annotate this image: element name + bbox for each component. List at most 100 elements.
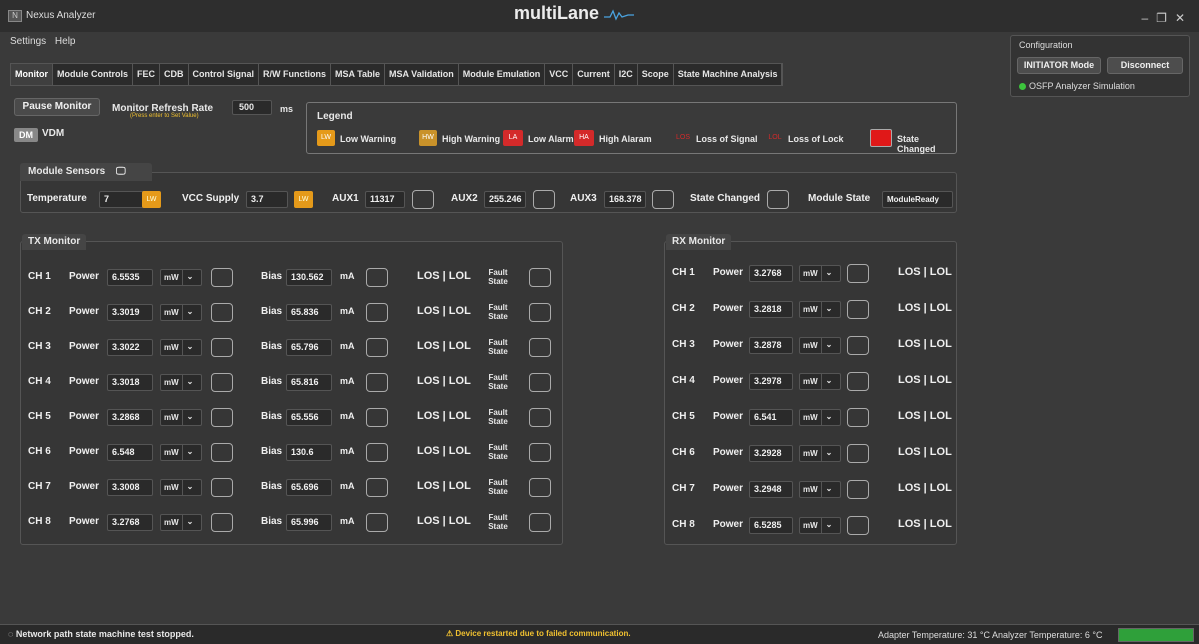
rx-power-label: Power	[713, 339, 744, 350]
legend-badge: LW	[317, 130, 335, 146]
chevron-down-icon[interactable]: ⌄	[820, 302, 837, 317]
aux2-indicator	[533, 190, 555, 209]
tx-fault-state-label: Fault State	[483, 303, 513, 321]
tab-fec[interactable]: FEC	[133, 64, 160, 85]
status-left-text: Network path state machine test stopped.	[15, 629, 194, 639]
maximize-icon[interactable]: ❐	[1156, 11, 1175, 25]
tab-state-machine-analysis[interactable]: State Machine Analysis	[674, 64, 783, 85]
brand-logo: multiLane	[514, 3, 635, 24]
tx-bias-value: 65.556	[286, 409, 332, 426]
tx-unit-select[interactable]: mW ⌄	[160, 374, 202, 391]
pause-monitor-button[interactable]: Pause Monitor	[14, 98, 100, 116]
tab-monitor[interactable]: Monitor	[11, 64, 53, 85]
tx-power-value: 3.2868	[107, 409, 153, 426]
close-icon[interactable]: ✕	[1175, 11, 1193, 25]
module-sensors-panel: Temperature 7 LW VCC Supply 3.7 LW AUX1 …	[20, 172, 957, 213]
chevron-down-icon[interactable]: ⌄	[181, 305, 198, 320]
temperature-label: Temperature	[27, 193, 87, 204]
tx-unit-select[interactable]: mW ⌄	[160, 409, 202, 426]
unit-value: mW	[803, 305, 818, 314]
rx-power-label: Power	[713, 447, 744, 458]
rx-unit-select[interactable]: mW ⌄	[799, 265, 841, 282]
tab-current[interactable]: Current	[573, 64, 615, 85]
rx-unit-select[interactable]: mW ⌄	[799, 409, 841, 426]
chevron-down-icon[interactable]: ⌄	[820, 518, 837, 533]
tab-module-emulation[interactable]: Module Emulation	[459, 64, 546, 85]
tab-r-w-functions[interactable]: R/W Functions	[259, 64, 331, 85]
tx-unit-select[interactable]: mW ⌄	[160, 444, 202, 461]
status-middle-text: Device restarted due to failed communica…	[455, 629, 631, 638]
tx-channel-label: CH 8	[28, 516, 51, 527]
tx-bias-indicator	[366, 478, 388, 497]
rx-los-lol: LOS | LOL	[898, 482, 952, 494]
chevron-down-icon[interactable]: ⌄	[181, 445, 198, 460]
dm-button[interactable]: DM	[14, 128, 38, 142]
tx-unit-select[interactable]: mW ⌄	[160, 304, 202, 321]
tx-channel-label: CH 1	[28, 271, 51, 282]
refresh-rate-input[interactable]: 500	[232, 100, 272, 115]
tx-bias-indicator	[366, 338, 388, 357]
tx-bias-value: 65.996	[286, 514, 332, 531]
initiator-mode-button[interactable]: INITIATOR Mode	[1017, 57, 1101, 74]
chevron-down-icon[interactable]: ⌄	[181, 270, 198, 285]
tab-msa-validation[interactable]: MSA Validation	[385, 64, 459, 85]
tx-monitor-title: TX Monitor	[22, 234, 87, 250]
chevron-down-icon[interactable]: ⌄	[181, 480, 198, 495]
module-state-label: Module State	[808, 193, 871, 204]
chevron-down-icon[interactable]: ⌄	[820, 266, 837, 281]
chevron-down-icon[interactable]: ⌄	[820, 338, 837, 353]
tx-unit-select[interactable]: mW ⌄	[160, 479, 202, 496]
vdm-button[interactable]: VDM	[42, 128, 64, 139]
vcc-supply-label: VCC Supply	[182, 193, 240, 204]
tab-scope[interactable]: Scope	[638, 64, 674, 85]
rx-power-indicator	[847, 300, 869, 319]
tab-control-signal[interactable]: Control Signal	[189, 64, 259, 85]
legend-title: Legend	[317, 111, 353, 122]
rx-power-value: 3.2948	[749, 481, 793, 498]
tab-vcc[interactable]: VCC	[545, 64, 574, 85]
chevron-down-icon[interactable]: ⌄	[181, 515, 198, 530]
tab-i2c[interactable]: I2C	[615, 64, 638, 85]
rx-unit-select[interactable]: mW ⌄	[799, 373, 841, 390]
tx-power-value: 3.3022	[107, 339, 153, 356]
chevron-down-icon[interactable]: ⌄	[181, 375, 198, 390]
rx-unit-select[interactable]: mW ⌄	[799, 337, 841, 354]
chevron-down-icon[interactable]: ⌄	[181, 340, 198, 355]
tx-power-label: Power	[69, 271, 100, 282]
status-bar: ◌ Network path state machine test stoppe…	[0, 624, 1199, 644]
rx-unit-select[interactable]: mW ⌄	[799, 517, 841, 534]
tx-fault-indicator	[529, 408, 551, 427]
rx-unit-select[interactable]: mW ⌄	[799, 481, 841, 498]
tx-los-lol: LOS | LOL	[417, 445, 471, 457]
chevron-down-icon[interactable]: ⌄	[181, 410, 198, 425]
tx-power-label: Power	[69, 341, 100, 352]
tx-unit-select[interactable]: mW ⌄	[160, 514, 202, 531]
tx-unit-select[interactable]: mW ⌄	[160, 339, 202, 356]
rx-power-value: 3.2978	[749, 373, 793, 390]
chevron-down-icon[interactable]: ⌄	[820, 446, 837, 461]
tx-unit-select[interactable]: mW ⌄	[160, 269, 202, 286]
tx-bias-indicator	[366, 303, 388, 322]
menu-settings[interactable]: Settings	[10, 36, 46, 47]
tx-power-label: Power	[69, 411, 100, 422]
tab-cdb[interactable]: CDB	[160, 64, 189, 85]
rx-los-lol: LOS | LOL	[898, 446, 952, 458]
window-controls[interactable]: –❐✕	[1141, 11, 1193, 25]
tx-channel-label: CH 6	[28, 446, 51, 457]
chevron-down-icon[interactable]: ⌄	[820, 482, 837, 497]
rx-unit-select[interactable]: mW ⌄	[799, 301, 841, 318]
rx-channel-label: CH 8	[672, 519, 695, 530]
minimize-icon[interactable]: –	[1141, 11, 1156, 25]
rx-unit-select[interactable]: mW ⌄	[799, 445, 841, 462]
menu-help[interactable]: Help	[55, 36, 76, 47]
chevron-down-icon[interactable]: ⌄	[820, 410, 837, 425]
tab-msa-table[interactable]: MSA Table	[331, 64, 386, 85]
tx-bias-unit: mA	[340, 271, 355, 281]
monitor-icon[interactable]: 🖵	[116, 166, 126, 177]
app-logo-icon: N	[8, 10, 22, 22]
tx-fault-state-label: Fault State	[483, 513, 513, 531]
fault-word: Fault	[488, 338, 508, 347]
disconnect-button[interactable]: Disconnect	[1107, 57, 1183, 74]
chevron-down-icon[interactable]: ⌄	[820, 374, 837, 389]
tab-module-controls[interactable]: Module Controls	[53, 64, 133, 85]
